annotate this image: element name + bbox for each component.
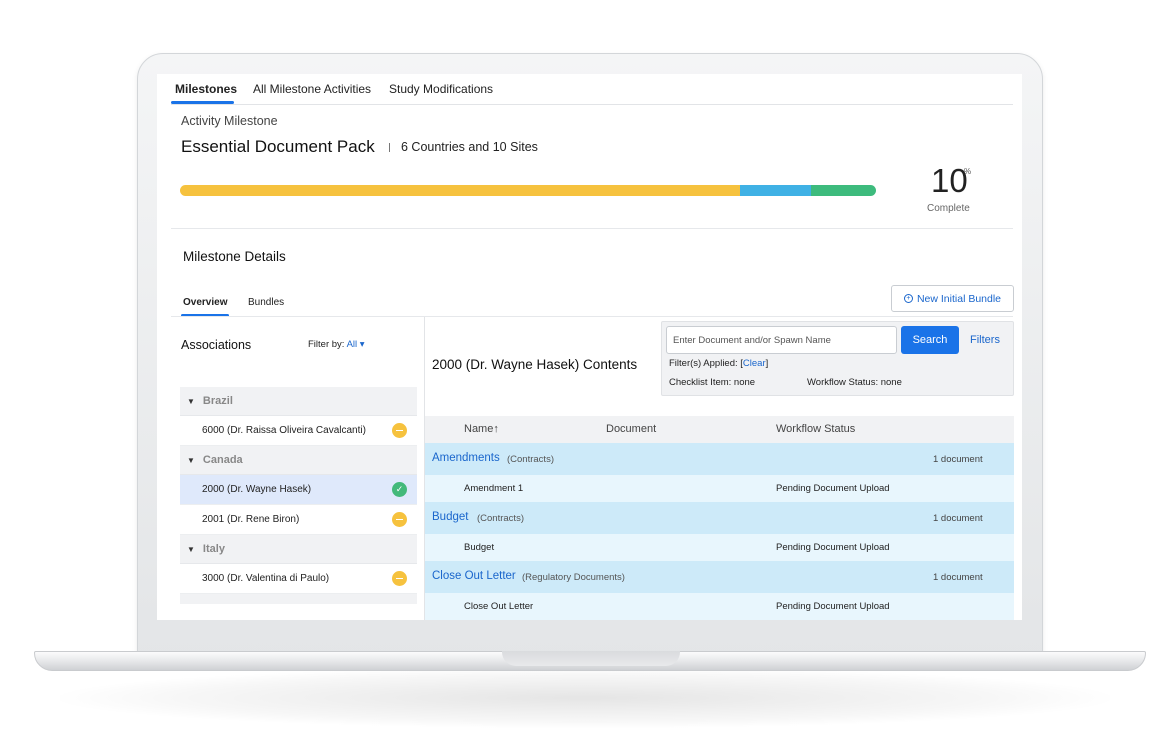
plus-circle-icon: +: [903, 294, 913, 303]
group-name-link[interactable]: Close Out Letter: [432, 570, 516, 582]
bracket-close: ]: [765, 358, 769, 369]
filter-value: All: [346, 339, 358, 350]
progress-segment-blue: [740, 185, 812, 196]
country-group-italy[interactable]: ▼ Italy: [180, 535, 417, 564]
scope-summary: 6 Countries and 10 Sites: [401, 140, 538, 154]
pending-status-icon: [392, 571, 407, 586]
tab-overview[interactable]: Overview: [183, 297, 227, 308]
associations-list: ▼ Brazil 6000 (Dr. Raissa Oliveira Cavalc…: [180, 387, 417, 604]
item-status: Pending Document Upload: [776, 542, 890, 553]
item-status: Pending Document Upload: [776, 601, 890, 612]
filter-dropdown[interactable]: All ▾: [347, 339, 365, 350]
laptop-shadow: [60, 668, 1110, 728]
site-label: 2000 (Dr. Wayne Hasek): [202, 484, 312, 495]
group-count: 1 document: [933, 572, 983, 583]
associations-title: Associations: [181, 338, 252, 352]
table-group-row[interactable]: Amendments (Contracts) 1 document: [425, 443, 1014, 475]
breadcrumb: Activity Milestone: [181, 114, 278, 128]
filters-applied-label: Filter(s) Applied: [: [669, 358, 743, 369]
tab-all-milestone-activities[interactable]: All Milestone Activities: [253, 82, 371, 96]
search-panel: Enter Document and/or Spawn Name Search …: [661, 321, 1014, 396]
country-group-brazil[interactable]: ▼ Brazil: [180, 387, 417, 416]
item-status: Pending Document Upload: [776, 483, 890, 494]
table-row[interactable]: Budget Pending Document Upload: [425, 534, 1014, 561]
group-category: (Regulatory Documents): [522, 572, 625, 583]
check-status-icon: ✓: [392, 482, 407, 497]
collapse-triangle-icon: ▼: [187, 455, 195, 465]
associations-panel: Associations Filter by: All ▾ ▼ Brazil 60…: [171, 317, 425, 620]
screen: Milestones All Milestone Activities Stud…: [157, 74, 1022, 620]
group-count: 1 document: [933, 454, 983, 465]
sort-up-icon: ↑: [493, 423, 499, 435]
new-initial-bundle-button[interactable]: + New Initial Bundle: [891, 285, 1014, 312]
column-header-name[interactable]: Name↑: [464, 423, 499, 435]
top-tabs: Milestones All Milestone Activities Stud…: [171, 74, 1013, 105]
country-label: Canada: [202, 454, 243, 466]
tab-bundles[interactable]: Bundles: [248, 297, 284, 308]
item-name: Budget: [464, 542, 495, 553]
new-initial-bundle-label: New Initial Bundle: [916, 292, 1002, 305]
search-button[interactable]: Search: [901, 326, 959, 354]
site-label: 3000 (Dr. Valentina di Paulo): [202, 573, 330, 584]
country-label: Brazil: [202, 395, 233, 407]
item-name: Close Out Letter: [464, 601, 534, 612]
site-item[interactable]: 2001 (Dr. Rene Biron): [180, 505, 417, 535]
group-count: 1 document: [933, 513, 983, 524]
percent-complete-label: Complete: [927, 203, 970, 214]
tab-milestones[interactable]: Milestones: [175, 82, 237, 96]
table-group-row[interactable]: Budget (Contracts) 1 document: [425, 502, 1014, 534]
site-item-selected[interactable]: 2000 (Dr. Wayne Hasek) ✓: [180, 475, 417, 505]
group-name-link[interactable]: Budget: [432, 511, 468, 523]
column-header-workflow-status[interactable]: Workflow Status: [776, 423, 855, 435]
pending-status-icon: [392, 423, 407, 438]
percent-complete-value: 10: [931, 162, 968, 199]
contents-table: Name↑ Document Workflow Status Amendment…: [425, 416, 1014, 620]
pending-status-icon: [392, 512, 407, 527]
milestone-details-title: Milestone Details: [183, 249, 286, 264]
table-row[interactable]: Amendment 1 Pending Document Upload: [425, 475, 1014, 502]
percent-sign: %: [964, 167, 972, 176]
group-category: (Contracts): [507, 454, 554, 465]
country-group-partial: [180, 594, 417, 604]
collapse-triangle-icon: ▼: [187, 544, 195, 554]
country-label: Italy: [202, 543, 225, 555]
checklist-filter: Checklist Item: none: [669, 377, 756, 388]
title-separator: [389, 143, 390, 152]
milestone-progress-bar: [180, 185, 876, 196]
country-group-canada[interactable]: ▼ Canada: [180, 446, 417, 475]
column-header-document[interactable]: Document: [606, 423, 656, 435]
active-tab-indicator: [171, 101, 234, 104]
table-header: Name↑ Document Workflow Status: [425, 416, 1014, 443]
table-group-row[interactable]: Close Out Letter (Regulatory Documents) …: [425, 561, 1014, 593]
filter-by: Filter by: All ▾: [308, 339, 365, 350]
contents-title: 2000 (Dr. Wayne Hasek) Contents: [432, 357, 638, 372]
group-category: (Contracts): [477, 513, 524, 524]
search-input[interactable]: Enter Document and/or Spawn Name: [666, 326, 897, 354]
collapse-triangle-icon: ▼: [187, 396, 195, 406]
caret-down-icon: ▾: [359, 339, 365, 350]
table-row[interactable]: Close Out Letter Pending Document Upload: [425, 593, 1014, 620]
site-label: 2001 (Dr. Rene Biron): [202, 514, 300, 525]
site-label: 6000 (Dr. Raissa Oliveira Cavalcanti): [202, 425, 366, 436]
progress-segment-yellow: [180, 185, 741, 196]
page-title: Essential Document Pack: [181, 137, 375, 156]
group-name-link[interactable]: Amendments: [432, 452, 500, 464]
column-name-label: Name: [464, 423, 494, 435]
tab-study-modifications[interactable]: Study Modifications: [389, 82, 493, 96]
clear-filters-link[interactable]: Clear: [743, 358, 766, 369]
progress-segment-green: [811, 185, 876, 196]
laptop-notch: [502, 651, 680, 666]
filter-by-label: Filter by:: [308, 339, 345, 350]
site-item[interactable]: 3000 (Dr. Valentina di Paulo): [180, 564, 417, 594]
filters-applied: Filter(s) Applied: [Clear]: [669, 358, 768, 369]
filters-link[interactable]: Filters: [970, 334, 1000, 346]
item-name: Amendment 1: [464, 483, 524, 494]
workflow-filter: Workflow Status: none: [807, 377, 902, 388]
divider: [171, 228, 1013, 229]
site-item[interactable]: 6000 (Dr. Raissa Oliveira Cavalcanti): [180, 416, 417, 446]
